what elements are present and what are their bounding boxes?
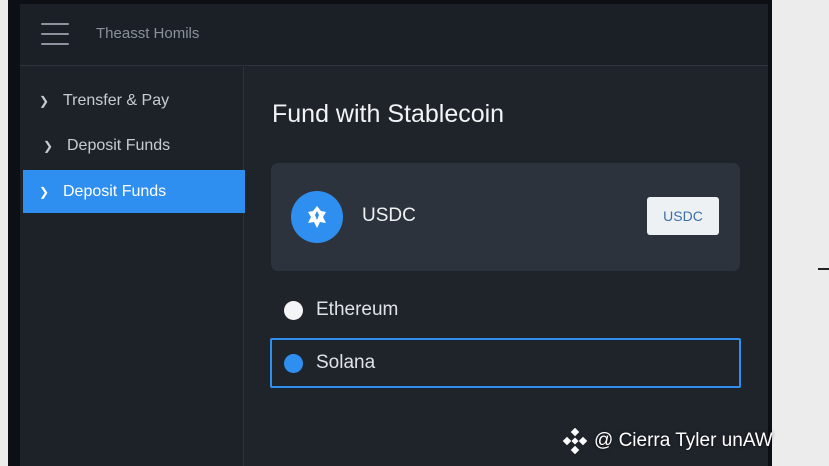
token-card: USDC USDC — [271, 163, 740, 271]
sidebar-item-label: Trensfer & Pay — [63, 91, 170, 109]
top-bar: Theasst Homils — [20, 4, 768, 66]
sidebar-item-deposit-funds[interactable]: ❯ Deposit Funds — [23, 124, 245, 167]
watermark: @ Cierra Tyler unAW — [562, 428, 773, 454]
network-option-ethereum[interactable]: Ethereum — [270, 285, 741, 335]
app-title: Theasst Homils — [96, 25, 200, 42]
chevron-right-icon: ❯ — [42, 138, 54, 153]
watermark-text: @ Cierra Tyler unAW — [594, 430, 773, 451]
radio-selected-icon[interactable] — [284, 353, 303, 373]
sidebar-item-deposit-funds-active[interactable]: ❯ Deposit Funds — [23, 170, 245, 213]
sidebar-item-label: Deposit Funds — [63, 182, 167, 200]
token-name: USDC — [362, 205, 416, 226]
sidebar-item-transfer-pay[interactable]: ❯ Trensfer & Pay — [23, 79, 245, 122]
diamond-logo-icon — [562, 428, 588, 454]
sidebar-item-label: Deposit Funds — [67, 136, 171, 154]
chevron-right-icon: ❯ — [38, 93, 50, 108]
app-window: Theasst Homils ❯ Trensfer & Pay ❯ Deposi… — [20, 4, 768, 466]
chevron-right-icon: ❯ — [38, 184, 50, 199]
network-option-solana[interactable]: Solana — [270, 338, 741, 388]
network-label: Solana — [316, 352, 376, 373]
token-badge-button[interactable]: USDC — [647, 197, 719, 235]
divider-tick — [818, 268, 829, 270]
radio-unselected-icon[interactable] — [284, 300, 303, 320]
page-title: Fund with Stablecoin — [272, 100, 505, 128]
main-content: Fund with Stablecoin USDC USDC Ethereum … — [245, 67, 768, 466]
sidebar: ❯ Trensfer & Pay ❯ Deposit Funds ❯ Depos… — [20, 67, 245, 466]
hamburger-menu-icon[interactable] — [41, 23, 69, 45]
network-label: Ethereum — [316, 299, 399, 320]
usdc-coin-icon — [291, 191, 343, 243]
